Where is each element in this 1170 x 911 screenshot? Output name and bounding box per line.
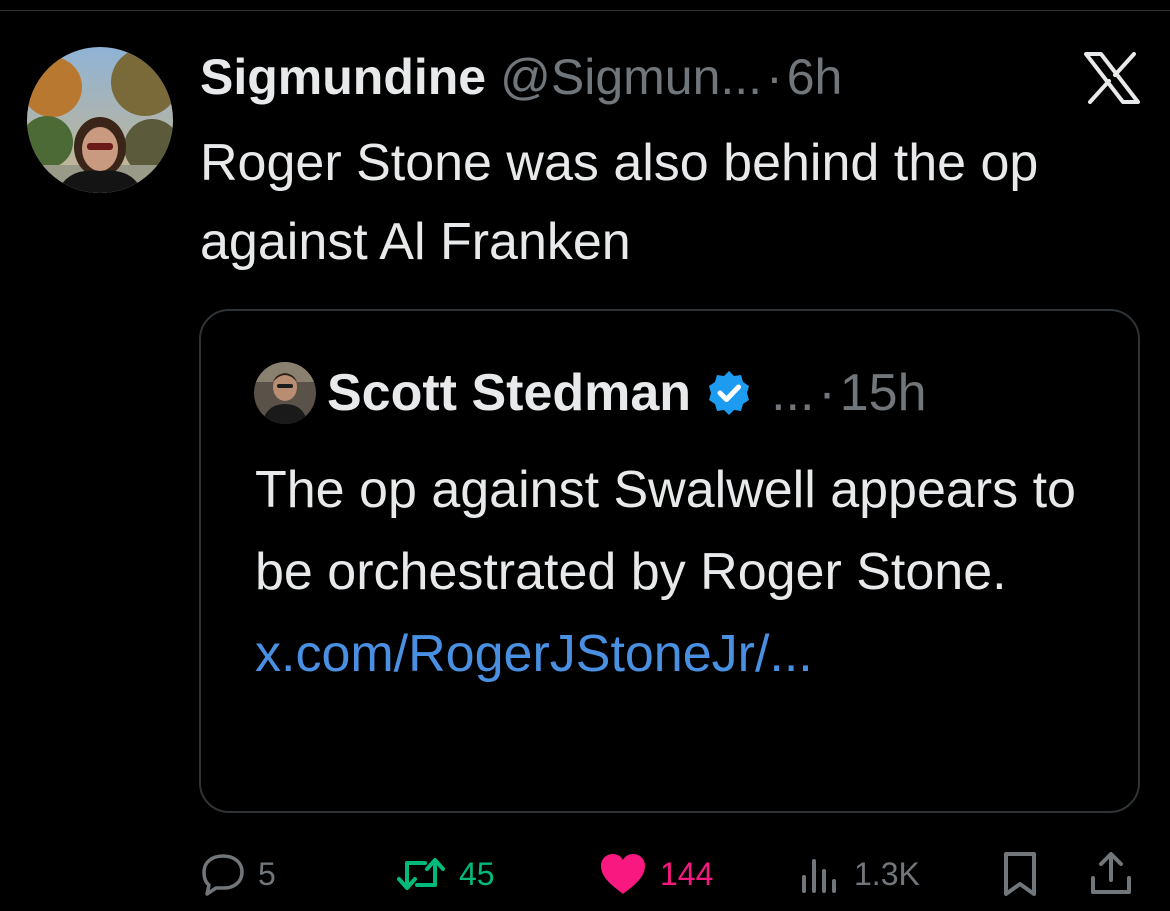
x-logo-icon[interactable] (1084, 52, 1140, 104)
quoted-author-avatar[interactable] (254, 362, 316, 424)
tweet-text: Roger Stone was also behind the op again… (200, 134, 1039, 271)
quoted-tweet-text: The op against Swalwell appears to be or… (255, 449, 1115, 695)
views-icon (798, 851, 842, 897)
quoted-tweet-header: Scott Stedman ... · 15h (327, 359, 927, 427)
avatar-image (27, 47, 173, 193)
verified-badge-icon (705, 369, 753, 417)
quoted-tweet-link[interactable]: x.com/RogerJStoneJr/... (255, 625, 813, 683)
reply-icon (200, 851, 246, 897)
bookmark-icon (998, 850, 1042, 898)
reply-count: 5 (258, 855, 276, 892)
retweet-icon (395, 851, 447, 897)
like-count: 144 (660, 855, 714, 892)
tweet-action-bar: 5 45 144 1.3K (0, 840, 1170, 910)
quoted-tweet-timestamp[interactable]: 15h (840, 363, 927, 423)
views-button[interactable]: 1.3K (798, 850, 920, 898)
header-separator: · (766, 49, 783, 105)
retweet-button[interactable]: 45 (395, 850, 495, 898)
share-button[interactable] (1087, 850, 1135, 898)
quoted-avatar-image (254, 362, 316, 424)
views-count: 1.3K (854, 855, 920, 892)
tweet-header: Sigmundine @Sigmun... · 6h (200, 44, 842, 110)
tweet-timestamp[interactable]: 6h (787, 44, 843, 110)
retweet-count: 45 (459, 855, 495, 892)
heart-icon (598, 851, 648, 897)
reply-button[interactable]: 5 (200, 850, 276, 898)
bookmark-button[interactable] (998, 850, 1042, 898)
author-handle[interactable]: @Sigmun... (500, 44, 762, 110)
quoted-handle-truncated: ... (771, 364, 815, 422)
share-icon (1087, 850, 1135, 898)
quoted-author-display-name[interactable]: Scott Stedman (327, 363, 691, 423)
quoted-tweet-body: The op against Swalwell appears to be or… (255, 461, 1076, 601)
like-button[interactable]: 144 (598, 850, 713, 898)
quoted-header-separator: · (818, 364, 836, 422)
author-avatar[interactable] (27, 47, 173, 193)
quoted-tweet-card[interactable]: Scott Stedman ... · 15h The op against S… (199, 309, 1140, 813)
author-display-name[interactable]: Sigmundine (200, 44, 486, 110)
top-divider (0, 10, 1170, 11)
